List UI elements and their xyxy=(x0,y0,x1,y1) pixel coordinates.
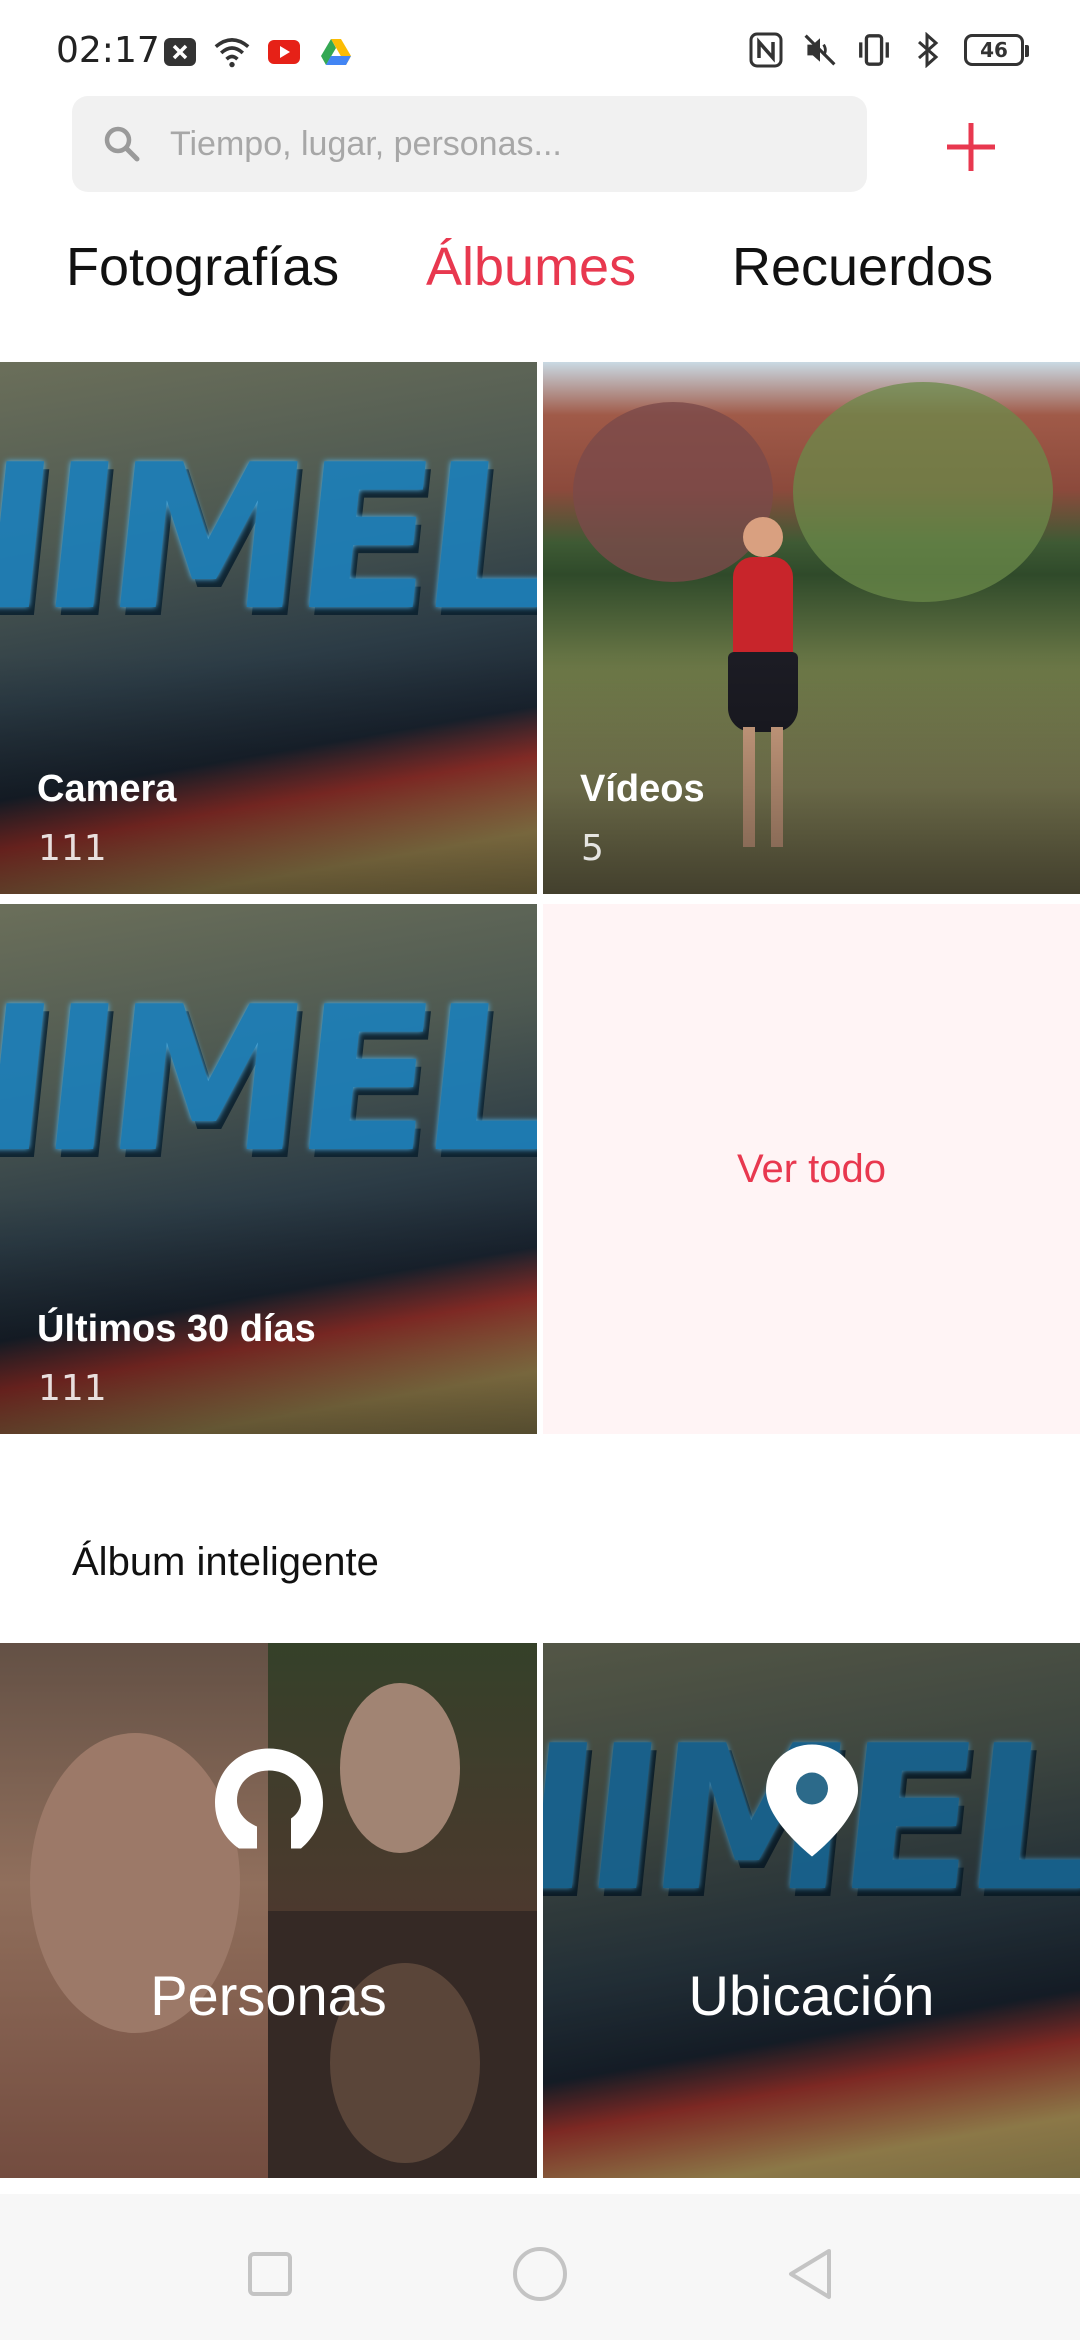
home-button[interactable] xyxy=(510,2244,570,2304)
drive-icon xyxy=(318,34,354,70)
search-input[interactable]: Tiempo, lugar, personas... xyxy=(72,96,867,192)
smart-album-ubicacion[interactable]: IIMEL'S Ubicación xyxy=(543,1643,1080,2178)
status-right-icons: 46 xyxy=(748,32,1029,68)
album-title: Vídeos xyxy=(580,768,705,810)
album-videos[interactable]: Vídeos 5 xyxy=(543,362,1080,894)
tab-bar: Fotografías Álbumes Recuerdos xyxy=(0,236,1080,312)
search-placeholder: Tiempo, lugar, personas... xyxy=(170,124,562,163)
album-count: 111 xyxy=(38,1368,107,1409)
square-icon xyxy=(248,2252,292,2296)
youtube-icon xyxy=(266,34,302,70)
nfc-icon xyxy=(748,32,784,68)
recents-button[interactable] xyxy=(240,2244,300,2304)
see-all-label: Ver todo xyxy=(736,1146,886,1191)
battery-indicator: 46 xyxy=(964,34,1029,66)
smart-album-heading: Álbum inteligente xyxy=(72,1540,379,1584)
back-triangle-icon xyxy=(789,2249,831,2299)
status-time: 02:17 xyxy=(56,30,160,71)
tab-fotografias[interactable]: Fotografías xyxy=(66,236,339,298)
album-title: Camera xyxy=(37,768,177,810)
plus-icon xyxy=(947,123,995,171)
wifi-icon xyxy=(214,34,250,70)
status-bar: 02:17 46 xyxy=(0,0,1080,100)
search-icon xyxy=(104,126,140,162)
mute-icon xyxy=(802,32,838,68)
thumbnail-art: IIMEL'S xyxy=(0,422,537,655)
notification-icon xyxy=(162,34,198,70)
album-count: 111 xyxy=(38,828,107,869)
location-pin-icon xyxy=(764,1743,860,1864)
smart-album-personas[interactable]: Personas xyxy=(0,1643,537,2178)
bluetooth-icon xyxy=(910,32,946,68)
album-ultimos-30-dias[interactable]: IIMEL'S Últimos 30 días 111 xyxy=(0,904,537,1434)
thumbnail-art: IIMEL'S xyxy=(0,964,537,1197)
status-left-icons xyxy=(162,34,354,70)
album-camera[interactable]: IIMEL'S Camera 111 xyxy=(0,362,537,894)
smart-album-label: Personas xyxy=(150,1964,387,2027)
add-album-button[interactable] xyxy=(940,116,1002,178)
back-button[interactable] xyxy=(780,2244,840,2304)
album-count: 5 xyxy=(581,828,604,869)
see-all-button[interactable]: Ver todo xyxy=(543,904,1080,1434)
vibrate-icon xyxy=(856,32,892,68)
tab-recuerdos[interactable]: Recuerdos xyxy=(732,236,993,298)
system-nav-bar xyxy=(0,2194,1080,2340)
person-icon xyxy=(209,1745,329,1862)
tab-albumes[interactable]: Álbumes xyxy=(426,236,636,298)
album-title: Últimos 30 días xyxy=(37,1308,316,1350)
smart-album-label: Ubicación xyxy=(688,1964,935,2027)
circle-icon xyxy=(513,2247,567,2301)
